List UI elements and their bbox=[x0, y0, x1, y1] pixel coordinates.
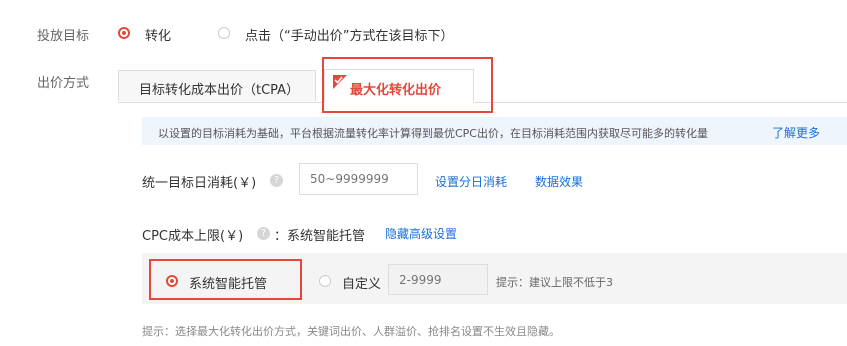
info-text: 以设置的目标消耗为基础，平台根据流量转化率计算得到最优CPC出价，在目标消耗范围… bbox=[158, 127, 708, 140]
hide-advanced-link[interactable]: 隐藏高级设置 bbox=[385, 225, 457, 242]
footer-hint: 提示：选择最大化转化出价方式，关键词出价、人群溢价、抢排名设置不生效且隐藏。 bbox=[142, 325, 560, 338]
cpc-value: ：系统智能托管 bbox=[274, 229, 366, 244]
cpc-help-icon[interactable]: ? bbox=[257, 227, 270, 240]
cpc-custom-input[interactable] bbox=[388, 264, 488, 295]
goal-click-label[interactable]: 点击（“手动出价”方式在该目标下） bbox=[245, 25, 453, 44]
goal-click-radio[interactable] bbox=[218, 27, 230, 39]
cpc-hint: 提示：建议上限不低于3 bbox=[496, 276, 613, 289]
budget-help-icon[interactable]: ? bbox=[270, 174, 283, 187]
goal-conversion-label[interactable]: 转化 bbox=[145, 25, 171, 44]
learn-more-link[interactable]: 了解更多 bbox=[772, 124, 820, 141]
goal-label: 投放目标 bbox=[37, 29, 90, 44]
tab-tcpa-label: 目标转化成本出价（tCPA） bbox=[139, 83, 300, 98]
cpc-label: CPC成本上限(￥) bbox=[142, 229, 244, 244]
cpc-custom-label[interactable]: 自定义 bbox=[342, 273, 381, 292]
cpc-custom-radio[interactable] bbox=[319, 275, 331, 287]
data-effect-link[interactable]: 数据效果 bbox=[535, 173, 583, 190]
goal-conversion-radio[interactable] bbox=[118, 27, 130, 39]
tab-tcpa[interactable]: 目标转化成本出价（tCPA） bbox=[118, 70, 316, 101]
budget-input[interactable] bbox=[299, 163, 418, 195]
budget-label: 统一目标日消耗(￥) bbox=[142, 176, 257, 191]
highlight-box-auto bbox=[149, 259, 302, 300]
info-bar: 以设置的目标消耗为基础，平台根据流量转化率计算得到最优CPC出价，在目标消耗范围… bbox=[142, 117, 847, 145]
highlight-box-tab bbox=[322, 57, 493, 113]
daily-budget-link[interactable]: 设置分日消耗 bbox=[435, 173, 507, 190]
bid-method-label: 出价方式 bbox=[37, 76, 90, 91]
